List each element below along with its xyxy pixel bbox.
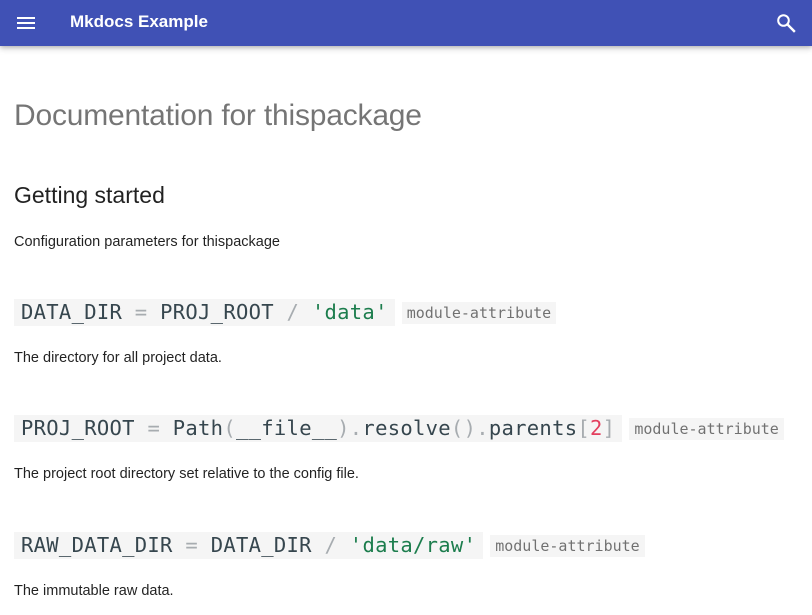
attribute-name: PROJ_ROOT <box>21 416 135 440</box>
page-title: Documentation for thispackage <box>14 99 422 132</box>
punct-token: (). <box>450 416 489 440</box>
string-token: 'data' <box>311 300 388 324</box>
attribute-description: The directory for all project data. <box>14 350 222 366</box>
site-title[interactable]: Mkdocs Example <box>70 12 208 32</box>
value-token: resolve <box>362 416 451 440</box>
value-token: parents <box>488 416 578 440</box>
assign-operator: = <box>147 416 161 440</box>
attribute-signature: DATA_DIR = PROJ_ROOT / 'data' <box>14 299 395 326</box>
attribute-signature: PROJ_ROOT = Path(__file__).resolve().par… <box>14 415 623 442</box>
value-token: __file__ <box>235 416 338 440</box>
value-token: Path <box>172 416 224 440</box>
punct-token: ). <box>337 416 363 440</box>
section-title: Getting started <box>14 182 165 208</box>
menu-button[interactable] <box>14 11 38 35</box>
punct-token: ] <box>602 416 616 440</box>
module-attribute-label: module-attribute <box>629 417 784 440</box>
assign-operator: = <box>134 300 148 324</box>
attribute-description: The immutable raw data. <box>14 583 174 599</box>
attribute-name: DATA_DIR <box>21 300 123 324</box>
attribute-signature: RAW_DATA_DIR = DATA_DIR / 'data/raw' <box>14 532 484 559</box>
module-attribute-label: module-attribute <box>490 534 645 557</box>
top-header: Mkdocs Example <box>0 0 812 46</box>
assign-operator: = <box>185 533 199 557</box>
string-token: 'data/raw' <box>349 533 477 557</box>
attribute-data-dir: DATA_DIR = PROJ_ROOT / 'data' module-att… <box>14 299 557 326</box>
intro-text: Configuration parameters for thispackage <box>14 234 280 250</box>
value-token: PROJ_ROOT <box>160 300 274 324</box>
attribute-description: The project root directory set relative … <box>14 466 359 482</box>
operator-token: / <box>324 533 338 557</box>
value-token: DATA_DIR <box>210 533 312 557</box>
number-token: 2 <box>590 416 603 440</box>
search-button[interactable] <box>774 11 798 35</box>
module-attribute-label: module-attribute <box>401 301 557 324</box>
hamburger-menu-icon <box>17 17 35 29</box>
attribute-name: RAW_DATA_DIR <box>21 533 173 557</box>
search-icon <box>777 14 796 33</box>
punct-token: ( <box>223 416 236 440</box>
operator-token: / <box>286 300 300 324</box>
attribute-proj-root: PROJ_ROOT = Path(__file__).resolve().par… <box>14 415 784 442</box>
attribute-raw-data-dir: RAW_DATA_DIR = DATA_DIR / 'data/raw' mod… <box>14 532 645 559</box>
punct-token: [ <box>577 416 591 440</box>
